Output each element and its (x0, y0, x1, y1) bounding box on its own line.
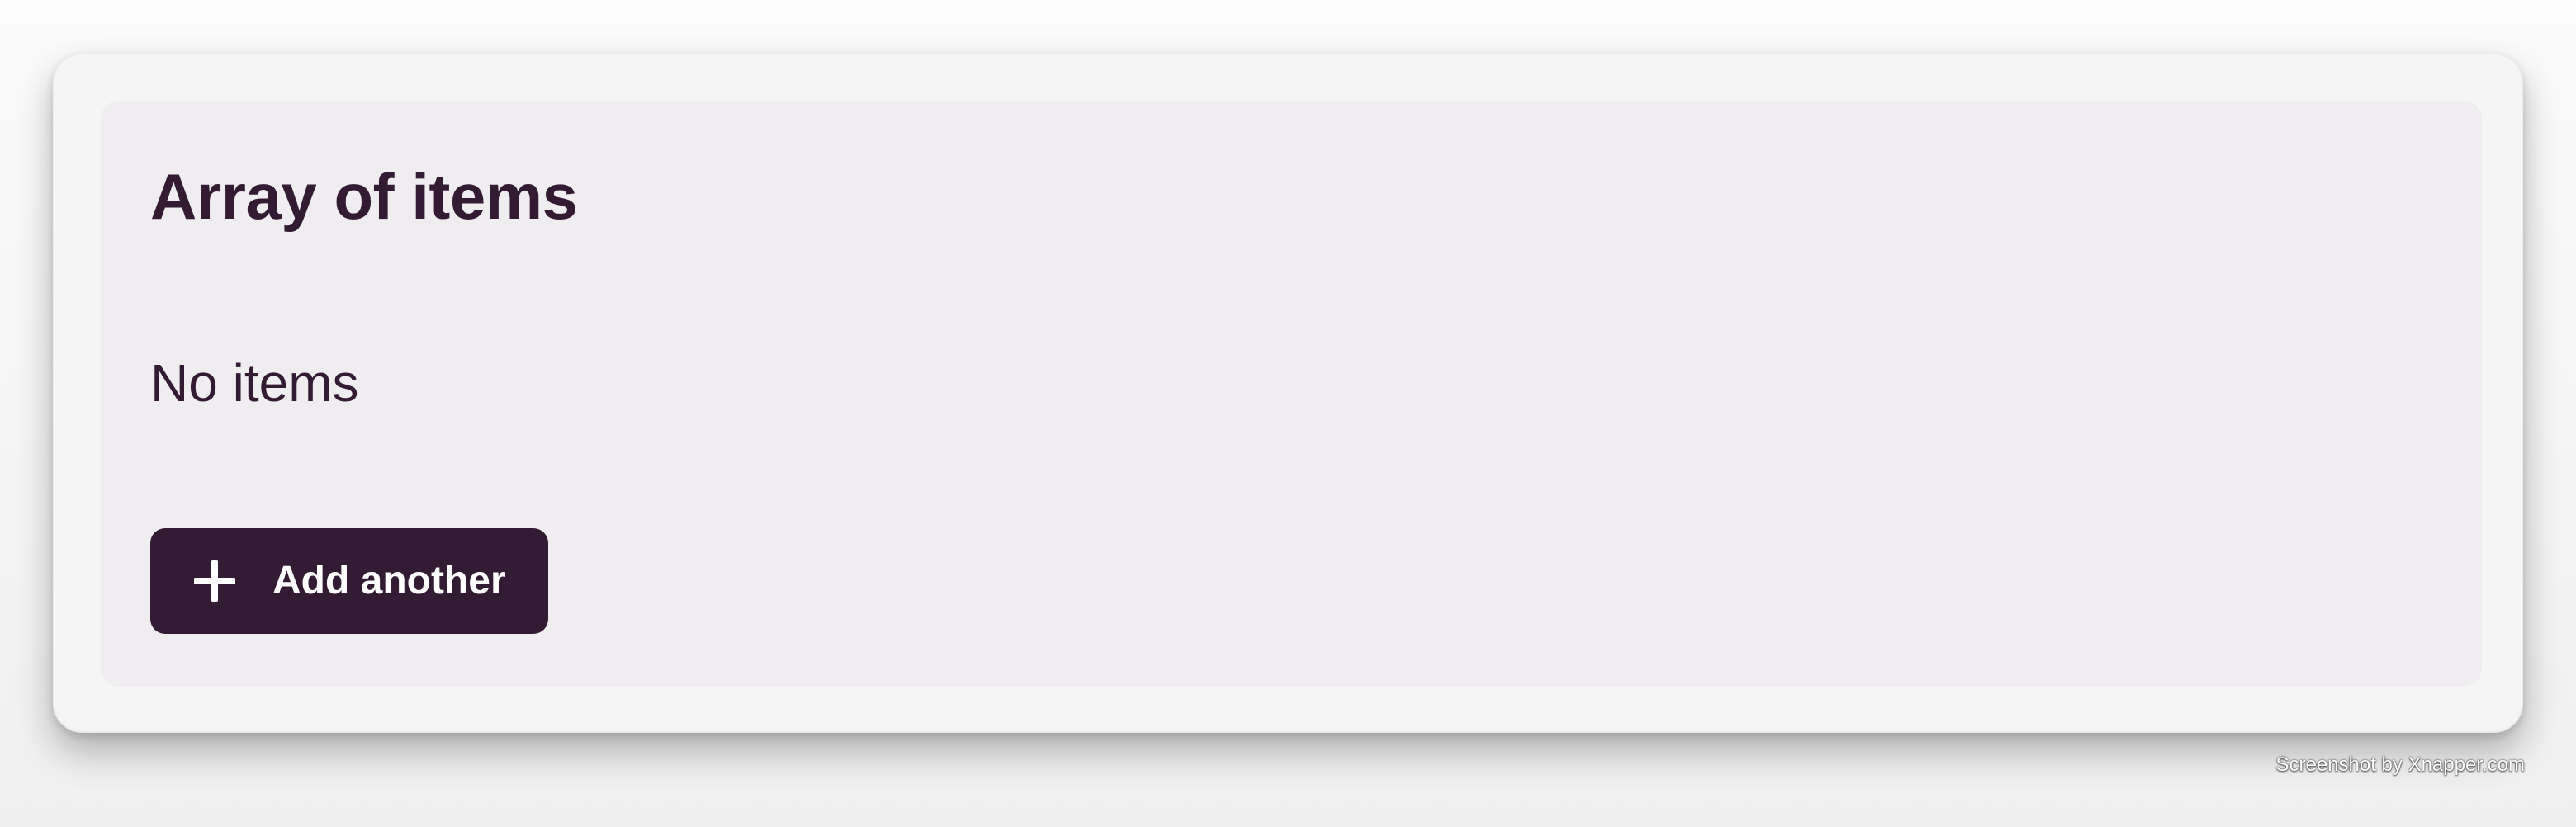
add-another-button[interactable]: Add another (150, 528, 548, 634)
app-window: Array of items No items Add another (53, 53, 2523, 733)
array-field-panel: Array of items No items Add another (101, 101, 2482, 687)
add-another-label: Add another (272, 559, 506, 603)
panel-title: Array of items (150, 160, 578, 233)
plus-icon (193, 560, 236, 603)
screenshot-watermark: Screenshot by Xnapper.com (2275, 754, 2525, 776)
empty-state-text: No items (150, 353, 359, 413)
